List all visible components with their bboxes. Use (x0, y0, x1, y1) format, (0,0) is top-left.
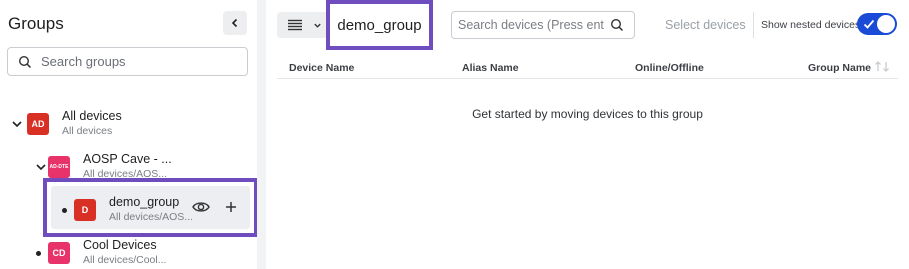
group-title: demo_group (326, 0, 433, 50)
empty-state-message: Get started by moving devices to this gr… (472, 107, 703, 121)
collapse-sidebar-button[interactable] (223, 11, 247, 35)
bullet-icon (36, 250, 41, 256)
avatar: D (74, 199, 96, 221)
node-name: All devices (62, 109, 122, 123)
chevron-down-icon (314, 23, 321, 28)
search-icon[interactable] (610, 18, 624, 32)
view-menu-button[interactable] (277, 12, 331, 38)
search-devices-field[interactable] (451, 11, 635, 39)
node-name: Cool Devices (83, 238, 157, 252)
column-header-online-offline[interactable]: Online/Offline (635, 62, 704, 74)
column-header-group-name[interactable]: Group Name (808, 62, 871, 74)
group-devices-panel: demo_group Select devices Show nested de… (266, 0, 909, 269)
node-path: All devices/AOS... (109, 211, 194, 223)
chevron-down-icon[interactable] (10, 117, 24, 131)
avatar: AD (27, 113, 49, 135)
column-header-device-name[interactable]: Device Name (289, 62, 354, 74)
eye-icon[interactable] (192, 200, 210, 219)
chevron-left-icon (231, 18, 238, 28)
show-nested-label: Show nested devices (761, 19, 861, 31)
chevron-down-icon[interactable] (34, 160, 48, 174)
highlight-box-selected-group: D demo_group All devices/AOS... (43, 178, 258, 237)
select-devices-button[interactable]: Select devices (665, 18, 746, 32)
node-name: AOSP Cave - ... (83, 152, 172, 166)
add-icon[interactable] (224, 200, 238, 219)
groups-sidebar: Groups AD All devices All devices AD-DTE… (0, 0, 258, 269)
node-name: demo_group (109, 195, 180, 209)
search-groups-field[interactable] (7, 47, 248, 76)
bullet-icon (62, 207, 67, 213)
search-groups-input[interactable] (41, 54, 241, 69)
sort-icon[interactable] (874, 61, 890, 72)
show-nested-toggle[interactable] (857, 13, 897, 35)
devices-table-header: Device Name Alias Name Online/Offline Gr… (277, 56, 898, 79)
node-path: All devices (62, 125, 113, 137)
avatar: AD-DTE (48, 156, 70, 178)
avatar: CD (48, 242, 70, 264)
tree-node-demo-group[interactable]: D demo_group All devices/AOS... (51, 186, 250, 229)
column-header-alias-name[interactable]: Alias Name (462, 62, 519, 74)
search-icon (18, 55, 32, 68)
list-icon (288, 19, 302, 31)
search-devices-input[interactable] (458, 18, 604, 32)
tree-node-cool-devices[interactable]: CD Cool Devices All devices/Cool... (36, 238, 166, 268)
panel-divider[interactable] (257, 0, 266, 269)
divider (753, 12, 754, 38)
toggle-knob (877, 15, 895, 33)
node-path: All devices/Cool... (83, 254, 167, 266)
sidebar-title: Groups (8, 14, 64, 33)
check-icon (863, 19, 875, 29)
tree-node-all-devices[interactable]: AD All devices All devices (10, 109, 122, 139)
